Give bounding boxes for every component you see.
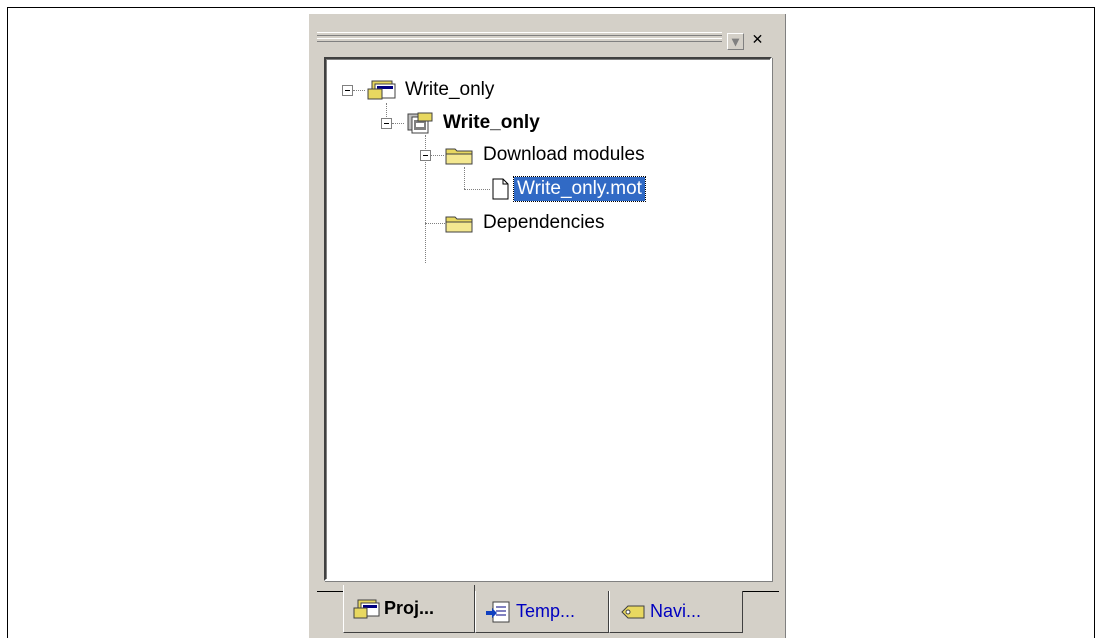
- tab-templates[interactable]: Temp...: [475, 591, 609, 633]
- tree-item-dependencies[interactable]: Dependencies: [444, 211, 607, 235]
- tree-item-label: Write_only: [405, 79, 495, 100]
- workspace-panel: ▾ ✕ Write_only Write_only Download modul…: [308, 14, 786, 638]
- tree-connector: [392, 123, 404, 124]
- tree-item-project[interactable]: Write_only: [404, 111, 543, 135]
- workspace-tabs: Proj... Temp... Navi...: [309, 581, 787, 638]
- tab-label: Navi...: [650, 601, 702, 621]
- project-icon: [407, 112, 433, 134]
- folder-icon: [445, 216, 473, 233]
- tree-connector: [464, 167, 465, 189]
- tab-label: Proj...: [384, 598, 435, 618]
- project-tree[interactable]: Write_only Write_only Download modules W…: [324, 57, 772, 581]
- templates-tab-icon: [486, 601, 510, 622]
- tree-item-download-modules[interactable]: Download modules: [444, 143, 648, 167]
- folder-open-icon: [445, 148, 473, 165]
- tree-item-label: Dependencies: [483, 212, 605, 233]
- panel-titlebar[interactable]: ▾ ✕: [309, 14, 787, 52]
- tree-connector: [431, 155, 444, 156]
- drag-grip[interactable]: [317, 38, 722, 42]
- collapse-toggle[interactable]: [381, 118, 392, 129]
- file-icon: [492, 178, 509, 200]
- chevron-down-icon: ▾: [731, 33, 740, 49]
- projects-tab-icon: [353, 599, 380, 618]
- navigation-tab-icon: [621, 605, 645, 618]
- tab-label: Temp...: [516, 601, 576, 621]
- tree-item-label: Write_only.mot: [513, 176, 646, 202]
- collapse-toggle[interactable]: [342, 85, 353, 96]
- workspace-icon: [367, 80, 396, 100]
- tree-connector: [425, 223, 445, 224]
- close-icon: ✕: [751, 32, 764, 48]
- tab-navigation[interactable]: Navi...: [609, 591, 743, 633]
- tree-item-workspace[interactable]: Write_only: [366, 78, 497, 102]
- tree-connector: [353, 90, 365, 91]
- panel-menu-button[interactable]: ▾: [727, 33, 744, 50]
- collapse-toggle[interactable]: [420, 150, 431, 161]
- tab-projects[interactable]: Proj...: [343, 585, 475, 633]
- tree-item-file[interactable]: Write_only.mot: [490, 176, 646, 202]
- panel-close-button[interactable]: ✕: [749, 33, 766, 50]
- tree-item-label: Download modules: [483, 144, 645, 165]
- tree-connector: [464, 189, 490, 190]
- drag-grip[interactable]: [317, 32, 722, 36]
- tree-item-label: Write_only: [443, 112, 540, 133]
